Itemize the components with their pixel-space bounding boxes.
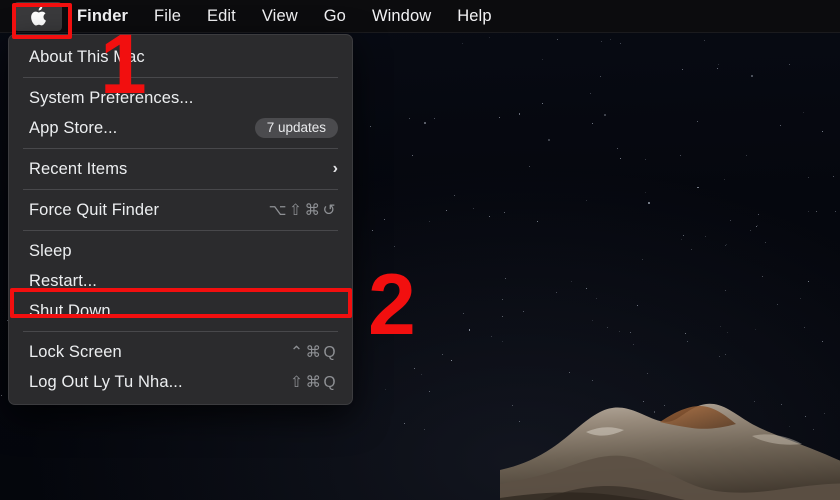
- menu-item-about-this-mac[interactable]: About This Mac: [9, 42, 352, 72]
- menubar-item-go[interactable]: Go: [311, 3, 359, 30]
- apple-dropdown-menu: About This Mac System Preferences... App S…: [8, 34, 353, 405]
- menu-item-log-out[interactable]: Log Out Ly Tu Nha... ⇧⌘Q: [9, 367, 352, 397]
- menu-item-label: Force Quit Finder: [29, 200, 160, 219]
- menu-bar: Finder File Edit View Go Window Help: [0, 0, 840, 33]
- menu-item-label: Log Out Ly Tu Nha...: [29, 372, 183, 391]
- menu-item-label: Lock Screen: [29, 342, 122, 361]
- menu-item-recent-items[interactable]: Recent Items ›: [9, 154, 352, 184]
- chevron-right-icon: ›: [332, 160, 338, 177]
- separator-5: [23, 331, 338, 332]
- menubar-item-help[interactable]: Help: [444, 3, 504, 30]
- menu-item-label: System Preferences...: [29, 88, 194, 107]
- mountain-ridge-icon: [500, 403, 840, 500]
- menu-item-shut-down[interactable]: Shut Down...: [9, 296, 352, 326]
- menu-item-label: Sleep: [29, 241, 72, 260]
- updates-badge: 7 updates: [254, 117, 338, 139]
- separator-1: [23, 77, 338, 78]
- menu-item-label: Restart...: [29, 271, 97, 290]
- separator-3: [23, 189, 338, 190]
- menu-item-shortcut: ⇧⌘Q: [289, 373, 338, 391]
- menu-item-label: Recent Items: [29, 159, 128, 178]
- menubar-item-view[interactable]: View: [249, 3, 311, 30]
- menu-item-shortcut: ⌃⌘Q: [289, 343, 338, 361]
- menu-item-shortcut: ⌥⇧⌘↺: [268, 201, 338, 219]
- menu-item-label: Shut Down...: [29, 301, 125, 320]
- menu-item-label: About This Mac: [29, 47, 145, 66]
- macos-desktop-screen: Finder File Edit View Go Window Help Abo…: [0, 0, 840, 500]
- menubar-item-finder[interactable]: Finder: [64, 3, 141, 30]
- separator-4: [23, 230, 338, 231]
- wallpaper-mountain: [500, 366, 840, 500]
- menu-item-restart[interactable]: Restart...: [9, 266, 352, 296]
- apple-menu-button[interactable]: [14, 1, 62, 31]
- menubar-item-file[interactable]: File: [141, 3, 194, 30]
- menu-item-lock-screen[interactable]: Lock Screen ⌃⌘Q: [9, 337, 352, 367]
- apple-logo-icon: [30, 5, 47, 27]
- menu-item-system-preferences[interactable]: System Preferences...: [9, 83, 352, 113]
- menu-item-app-store[interactable]: App Store... 7 updates: [9, 113, 352, 143]
- menubar-item-edit[interactable]: Edit: [194, 3, 249, 30]
- menubar-item-window[interactable]: Window: [359, 3, 444, 30]
- menu-item-sleep[interactable]: Sleep: [9, 236, 352, 266]
- menu-item-force-quit-finder[interactable]: Force Quit Finder ⌥⇧⌘↺: [9, 195, 352, 225]
- separator-2: [23, 148, 338, 149]
- menu-item-label: App Store...: [29, 118, 118, 137]
